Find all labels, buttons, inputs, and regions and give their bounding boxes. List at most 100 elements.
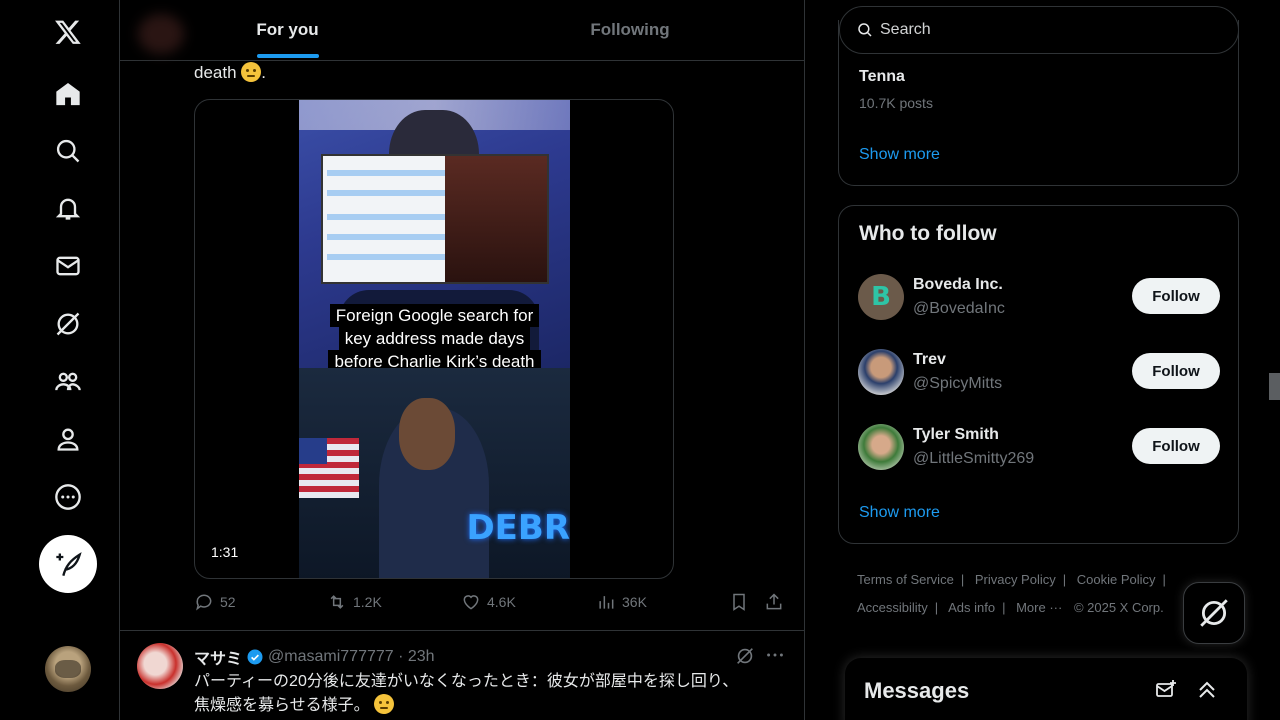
- verified-badge-icon: [247, 649, 263, 665]
- x-app: For you Following death . Foreign Google…: [0, 0, 1280, 720]
- footer-links: Terms of Service | Privacy Policy | Cookie…: [857, 572, 1166, 615]
- messages-title: Messages: [864, 678, 970, 703]
- user-name[interactable]: Trev: [913, 351, 946, 369]
- share-icon: [766, 593, 782, 610]
- trend-name[interactable]: Tenna: [859, 68, 905, 86]
- tweet-text-line-2: 焦燥感を募らせる様子。: [194, 694, 794, 718]
- communities-icon[interactable]: [48, 362, 88, 402]
- grok-floating-button[interactable]: [1183, 582, 1245, 644]
- search-input[interactable]: Search: [880, 21, 931, 39]
- tweet-time[interactable]: 23h: [408, 648, 435, 666]
- search-icon: [858, 23, 872, 37]
- tweet-dot: ·: [393, 648, 408, 665]
- tweet-author-name[interactable]: マサミ: [194, 645, 242, 669]
- follow-suggestion[interactable]: Tyler Smith @LittleSmitty269 Follow: [839, 424, 1238, 484]
- feather-plus-icon: [56, 552, 82, 576]
- trend-post-count: 10.7K posts: [859, 95, 933, 111]
- video-screenshot-overlay: [321, 154, 549, 284]
- tweet-actions: 52 1.2K 4.6K 36K: [194, 592, 794, 618]
- who-to-follow-title: Who to follow: [859, 222, 997, 245]
- user-avatar[interactable]: [858, 424, 904, 470]
- tab-for-you[interactable]: For you: [120, 0, 455, 60]
- user-handle: @LittleSmitty269: [913, 450, 1035, 467]
- reply-count: 52: [220, 594, 236, 610]
- video-top-scene: Foreign Google search for key address ma…: [299, 100, 570, 373]
- views-chart-icon: [599, 596, 614, 609]
- mail-icon[interactable]: [48, 246, 88, 286]
- ads-info-link[interactable]: Ads info: [948, 600, 995, 615]
- home-icon[interactable]: [48, 74, 88, 114]
- copyright: © 2025 X Corp.: [1073, 600, 1164, 615]
- tweet-author-avatar[interactable]: [137, 643, 183, 689]
- expand-chevrons-icon[interactable]: [1195, 678, 1219, 702]
- thinking-face-emoji-icon: [241, 62, 262, 82]
- more-circle-icon[interactable]: [48, 477, 88, 517]
- new-message-icon[interactable]: [1154, 678, 1178, 702]
- grok-icon[interactable]: [734, 645, 756, 667]
- bookmark-icon: [733, 593, 745, 611]
- tweet-text-line: 焦燥感を募らせる様子。: [194, 697, 370, 714]
- terms-link[interactable]: Terms of Service: [857, 572, 954, 587]
- video-bottom-scene: DEBR: [299, 368, 570, 578]
- follow-suggestion[interactable]: Trev @SpicyMitts Follow: [839, 349, 1238, 409]
- follow-suggestion[interactable]: B Boveda Inc. @BovedaInc Follow: [839, 274, 1238, 334]
- tweet-text-line: パーティーの20分後に友達がいなくなったとき：彼女が部屋中を探し回り、: [194, 673, 739, 690]
- grok-icon: [1200, 599, 1228, 627]
- compose-post-button[interactable]: [39, 535, 97, 593]
- grok-icon[interactable]: [48, 304, 88, 344]
- left-nav: [0, 0, 119, 720]
- tweet-video[interactable]: Foreign Google search for key address ma…: [194, 99, 674, 579]
- video-frame: Foreign Google search for key address ma…: [299, 100, 570, 578]
- tweet-text-period: .: [261, 63, 267, 82]
- reply-icon: [196, 594, 212, 611]
- profile-icon[interactable]: [48, 419, 88, 459]
- caption-line: Foreign Google search for: [329, 304, 540, 327]
- tweet-text-word: death: [194, 63, 237, 82]
- timeline-tabs: For you Following: [120, 0, 804, 61]
- like-button[interactable]: 4.6K: [461, 592, 516, 612]
- tab-following[interactable]: Following: [455, 0, 804, 60]
- repost-button[interactable]: 1.2K: [327, 592, 382, 612]
- sweat-smile-emoji-icon: [374, 694, 395, 714]
- user-avatar[interactable]: [858, 349, 904, 395]
- repost-count: 1.2K: [353, 594, 382, 610]
- reply-button[interactable]: 52: [194, 592, 236, 612]
- user-handle: @BovedaInc: [913, 300, 1005, 317]
- timeline-column: For you Following death . Foreign Google…: [119, 0, 805, 720]
- caption-line: key address made days: [338, 327, 531, 350]
- search-bar[interactable]: Search: [839, 6, 1239, 54]
- more-link[interactable]: More ···: [1016, 600, 1062, 615]
- user-name[interactable]: Tyler Smith: [913, 426, 999, 444]
- more-options-icon[interactable]: [764, 644, 786, 666]
- tweet-divider: [120, 630, 804, 631]
- account-avatar[interactable]: [45, 646, 91, 692]
- follow-button[interactable]: Follow: [1132, 353, 1220, 389]
- privacy-link[interactable]: Privacy Policy: [975, 572, 1056, 587]
- tweet-text: パーティーの20分後に友達がいなくなったとき：彼女が部屋中を探し回り、 焦燥感を…: [194, 670, 794, 718]
- follow-button[interactable]: Follow: [1132, 278, 1220, 314]
- follow-button[interactable]: Follow: [1132, 428, 1220, 464]
- views-button[interactable]: 36K: [596, 592, 647, 612]
- user-avatar[interactable]: B: [858, 274, 904, 320]
- share-button[interactable]: [764, 592, 790, 612]
- user-name[interactable]: Boveda Inc.: [913, 276, 1003, 294]
- search-icon[interactable]: [48, 131, 88, 171]
- trends-show-more-link[interactable]: Show more: [859, 146, 940, 164]
- repost-icon: [330, 595, 344, 609]
- bell-icon[interactable]: [48, 188, 88, 228]
- messages-drawer[interactable]: Messages: [845, 658, 1247, 720]
- accessibility-link[interactable]: Accessibility: [857, 600, 928, 615]
- like-count: 4.6K: [487, 594, 516, 610]
- tweet-text: death .: [194, 62, 266, 83]
- page-scrollbar-thumb[interactable]: [1269, 373, 1280, 400]
- tweet-header: マサミ @masami777777 · 23h: [194, 645, 435, 669]
- video-duration: 1:31: [211, 544, 239, 560]
- tweet-handle[interactable]: @masami777777: [268, 648, 394, 666]
- heart-icon: [463, 595, 479, 610]
- follow-show-more-link[interactable]: Show more: [859, 504, 940, 522]
- bookmark-button[interactable]: [729, 592, 755, 612]
- who-to-follow-panel: Who to follow B Boveda Inc. @BovedaInc F…: [838, 205, 1239, 544]
- video-caption: Foreign Google search for key address ma…: [299, 304, 570, 373]
- cookie-link[interactable]: Cookie Policy: [1077, 572, 1156, 587]
- x-logo-icon[interactable]: [48, 12, 88, 52]
